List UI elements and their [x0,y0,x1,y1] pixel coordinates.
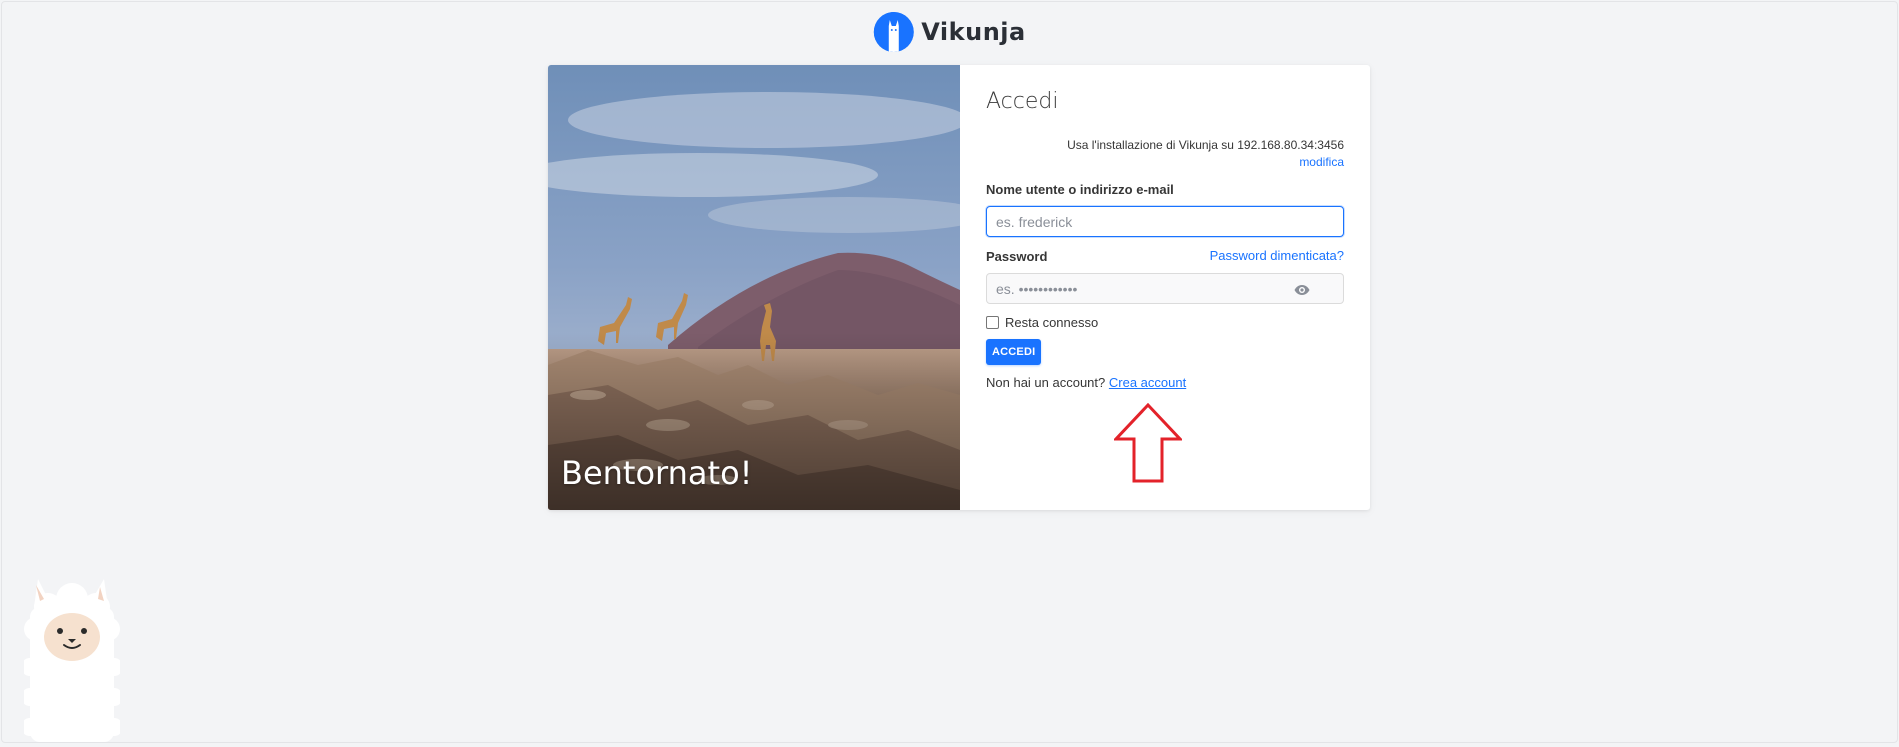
app-logo[interactable]: Vikunja [873,12,1025,52]
remember-label: Resta connesso [1005,315,1099,330]
arrow-up-icon [1112,402,1184,488]
hero-image: Bentornato! [548,65,960,510]
login-card: Bentornato! Accedi Usa l'installazione d… [548,65,1370,510]
password-label: Password [986,249,1048,264]
change-server-link[interactable]: modifica [1299,155,1344,169]
llama-icon [21,577,123,747]
server-info: Usa l'installazione di Vikunja su 192.16… [1067,137,1344,171]
username-input[interactable] [986,206,1344,237]
welcome-heading: Bentornato! [561,454,753,492]
server-info-text: Usa l'installazione di Vikunja su 192.16… [1067,138,1344,152]
vikunja-logo-icon [873,12,914,52]
login-button[interactable]: ACCEDI [986,339,1042,365]
eye-icon[interactable] [1294,283,1310,295]
register-prompt-text: Non hai un account? [986,375,1106,390]
password-input[interactable] [986,273,1344,304]
remember-me[interactable]: Resta connesso [986,315,1098,330]
create-account-link[interactable]: Crea account [1109,375,1186,390]
app-name: Vikunja [921,18,1026,46]
forgot-password-link[interactable]: Password dimenticata? [1210,248,1344,263]
page-title: Accedi [986,89,1059,114]
username-label: Nome utente o indirizzo e-mail [986,182,1174,197]
remember-checkbox[interactable] [986,316,999,329]
landscape-image [548,65,960,510]
register-prompt: Non hai un account? Crea account [986,375,1186,390]
